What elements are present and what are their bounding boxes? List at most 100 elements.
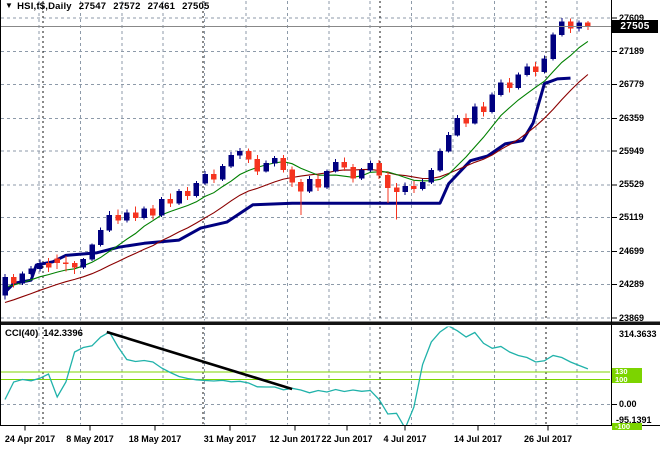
candlestick: [20, 274, 25, 284]
cci-level-100-tag: 100: [612, 376, 642, 384]
candlestick: [281, 158, 286, 169]
close-value: 27505: [182, 1, 209, 12]
price-scale-label: 27609: [619, 13, 644, 24]
mt4-chart-window: ▼HSI,f$,Daily27547275722746127505 CCI(40…: [0, 0, 660, 450]
candlestick: [264, 163, 269, 171]
candlestick: [185, 191, 190, 196]
open-value: 27547: [79, 1, 106, 12]
candlestick: [316, 179, 321, 187]
candlestick: [498, 83, 503, 95]
price-scale-label: 25529: [619, 179, 644, 190]
grid-lines: [1, 1, 610, 425]
cci-indicator-value: 142.3396: [43, 328, 83, 339]
candlestick: [298, 182, 303, 191]
candlestick: [11, 277, 16, 283]
candlestick: [272, 158, 277, 163]
cci-level-minus100-tag: -100: [612, 423, 642, 430]
candlestick: [420, 182, 425, 188]
price-scale-label: 26359: [619, 113, 644, 124]
cci-scale-zero: 0.00: [619, 399, 637, 410]
candlestick: [585, 23, 590, 26]
candlestick: [63, 263, 68, 264]
candlestick: [107, 215, 112, 230]
candlestick: [351, 167, 356, 178]
time-scale-label: 26 Jul 2017: [516, 434, 580, 444]
price-scale-label: 24289: [619, 279, 644, 290]
candlestick: [394, 188, 399, 192]
candlestick: [429, 170, 434, 182]
candlestick: [37, 263, 42, 269]
high-value: 27572: [113, 1, 140, 12]
candlestick: [385, 175, 390, 188]
ohlc-header: ▼HSI,f$,Daily27547275722746127505: [5, 1, 209, 13]
cci-indicator-header: CCI(40) 142.3396: [5, 328, 83, 339]
cci-line-layer: [5, 326, 588, 428]
candlestick: [438, 151, 443, 170]
time-scale-label: 14 Jul 2017: [446, 434, 510, 444]
time-scale-label: 24 Apr 2017: [0, 434, 62, 444]
candlestick: [324, 171, 329, 187]
candlestick: [490, 95, 495, 112]
cci-levels: [1, 372, 610, 380]
candlestick: [116, 215, 121, 220]
candlestick: [577, 23, 582, 29]
cci-line: [5, 326, 588, 428]
candlestick: [559, 22, 564, 35]
price-scale-label: 24699: [619, 246, 644, 257]
candlestick: [229, 155, 234, 166]
candlestick: [46, 263, 51, 267]
candlestick: [472, 107, 477, 123]
candlestick: [525, 67, 530, 75]
candlestick: [124, 213, 129, 220]
candlestick: [98, 230, 103, 244]
panel-borders: [0, 0, 660, 431]
candlestick: [307, 179, 312, 191]
candlestick: [246, 151, 251, 159]
candlestick: [237, 151, 242, 155]
candlestick: [168, 199, 173, 203]
candlestick: [333, 162, 338, 171]
candlestick: [290, 170, 295, 183]
chart-canvas[interactable]: [0, 0, 660, 450]
price-scale-label: 23869: [619, 313, 644, 324]
candlestick: [403, 186, 408, 192]
cci-level-130-tag: 130: [612, 368, 642, 376]
time-scale-label: 18 May 2017: [123, 434, 187, 444]
candlestick: [29, 269, 34, 274]
candlestick: [368, 163, 373, 170]
candlestick: [507, 83, 512, 88]
cci-scale-max: 314.3633: [619, 329, 657, 340]
candles-layer: [3, 18, 591, 299]
cci-indicator-name: CCI(40): [5, 328, 38, 339]
candlestick: [133, 213, 138, 218]
candlestick: [194, 183, 199, 196]
candlestick: [455, 118, 460, 135]
time-scale-label: 31 May 2017: [198, 434, 262, 444]
candlestick: [90, 245, 95, 259]
candlestick: [177, 191, 182, 203]
candlestick: [55, 259, 60, 263]
candlestick: [568, 22, 573, 28]
time-scale-label: 22 Jun 2017: [315, 434, 379, 444]
symbol-dropdown-icon: ▼: [5, 1, 13, 10]
candlestick: [211, 174, 216, 179]
candlestick: [203, 174, 208, 183]
candlestick: [3, 277, 8, 295]
candlestick: [542, 59, 547, 72]
price-scale-label: 26779: [619, 79, 644, 90]
candlestick: [81, 259, 86, 267]
candlestick: [220, 166, 225, 179]
candlestick: [411, 186, 416, 188]
symbol-period-label: HSI,f$,Daily: [17, 1, 72, 12]
candlestick: [377, 163, 382, 175]
candlestick: [342, 162, 347, 167]
ma-slow-line: [5, 75, 588, 303]
candlestick: [533, 67, 538, 72]
candlestick: [551, 35, 556, 59]
price-scale-label: 27189: [619, 46, 644, 57]
candlestick: [159, 199, 164, 215]
candlestick: [481, 107, 486, 112]
candlestick: [142, 209, 147, 218]
candlestick: [464, 118, 469, 123]
time-scale-label: 4 Jul 2017: [373, 434, 437, 444]
